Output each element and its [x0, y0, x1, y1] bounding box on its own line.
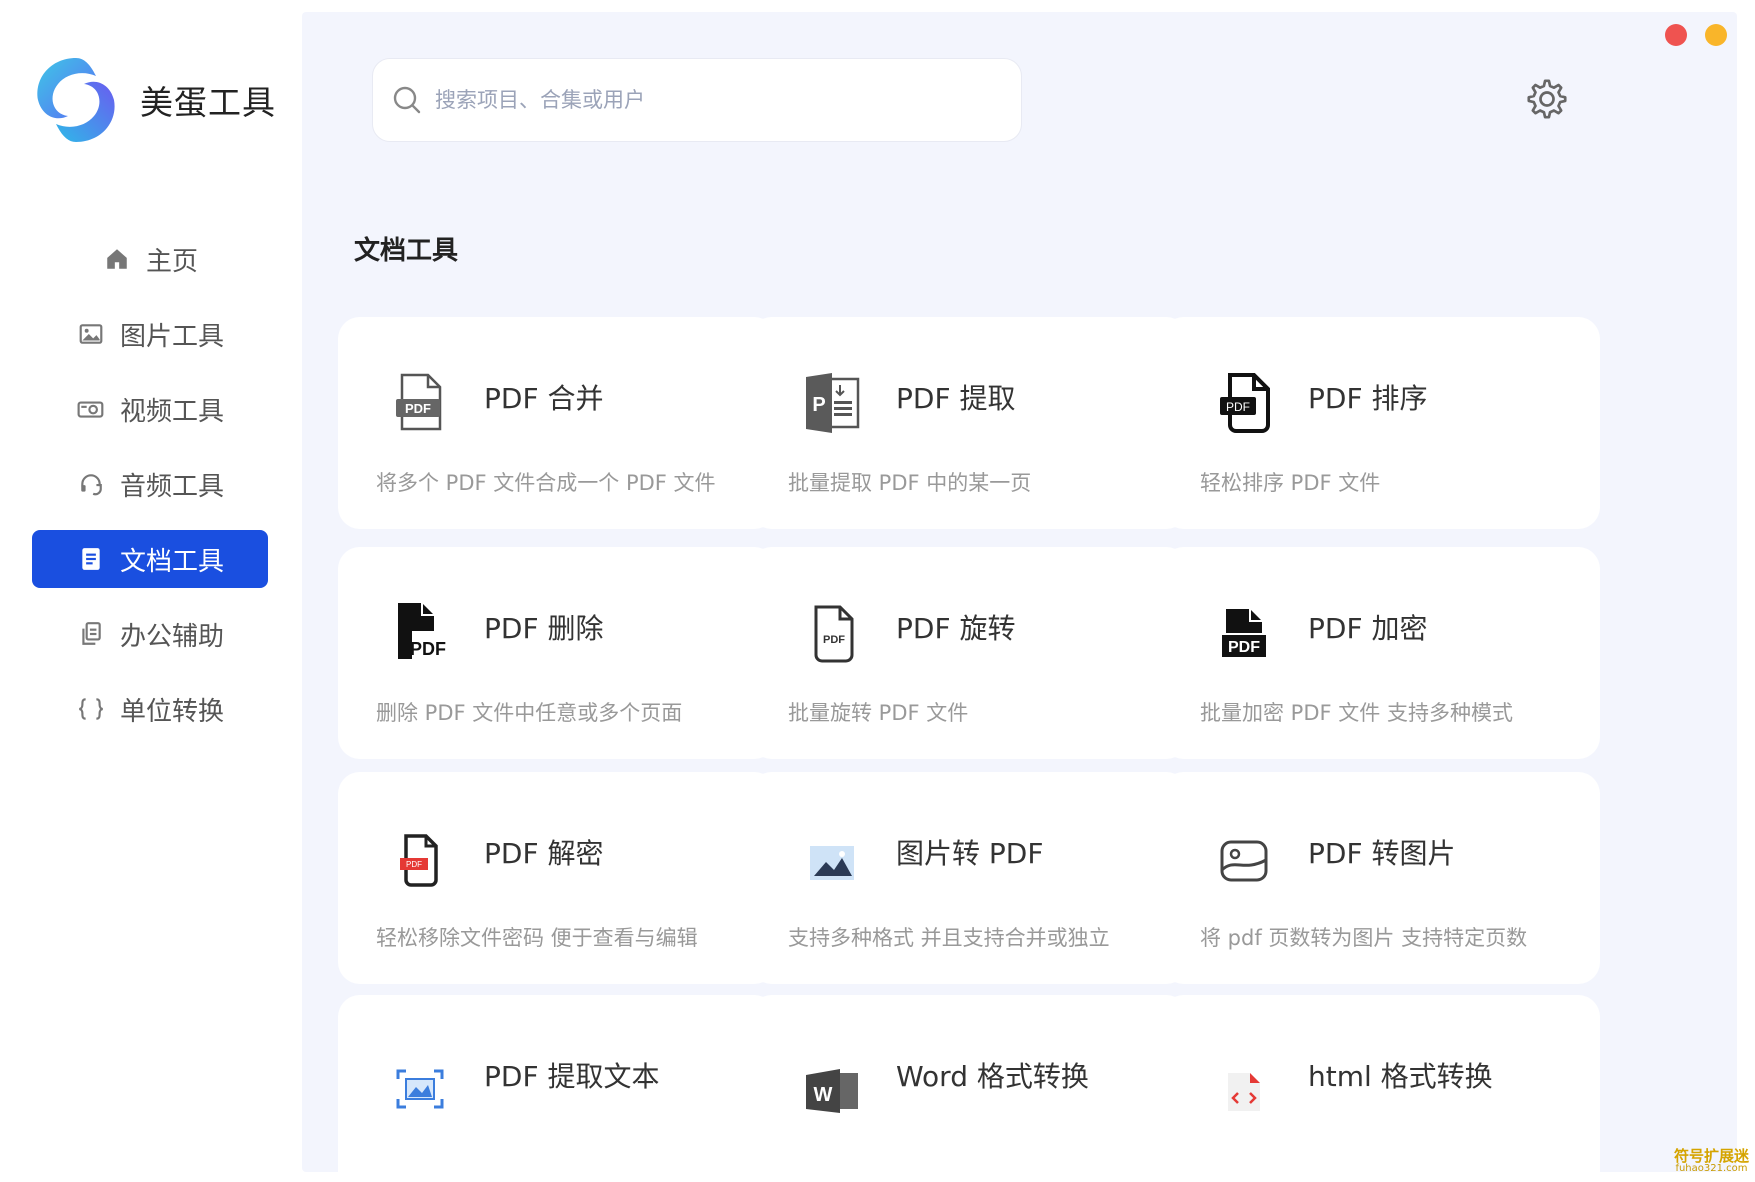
copy-icon [76, 619, 106, 649]
tool-card-desc: 轻松排序 PDF 文件 [1200, 471, 1381, 495]
sidebar: 美蛋工具 主页 图片工具 视频工具 音频工具 文档工具 办公辅助 单位转换 [0, 0, 302, 1182]
sidebar-item-video-tools[interactable]: 视频工具 [32, 380, 268, 438]
brand-logo-icon [37, 58, 115, 142]
window-controls [1665, 24, 1727, 46]
brand-name: 美蛋工具 [140, 83, 276, 122]
tool-card-title: PDF 合并 [484, 382, 604, 415]
sidebar-item-label: 单位转换 [119, 696, 224, 727]
watermark: 符号扩展迷 fuhao321.com [1674, 1149, 1749, 1174]
video-icon [76, 394, 106, 424]
pdf-sort-icon: PDF [1220, 373, 1270, 433]
tool-card-image-to-pdf[interactable]: 图片转 PDF 支持多种格式 并且支持合并或独立 [750, 772, 1188, 984]
sidebar-item-audio-tools[interactable]: 音频工具 [32, 455, 268, 513]
tool-card-desc: 批量加密 PDF 文件 支持多种模式 [1200, 701, 1513, 725]
tool-card-pdf-delete[interactable]: PDF PDF 删除 删除 PDF 文件中任意或多个页面 [338, 547, 776, 759]
tool-card-pdf-text-extract[interactable]: PDF 提取文本 [338, 995, 776, 1172]
pdf-encrypt-icon: PDF [1222, 609, 1266, 657]
tool-card-pdf-encrypt[interactable]: PDF PDF 加密 批量加密 PDF 文件 支持多种模式 [1162, 547, 1600, 759]
sidebar-item-document-tools[interactable]: 文档工具 [32, 530, 268, 588]
svg-text:PDF: PDF [1228, 639, 1260, 656]
tool-card-title: PDF 提取 [896, 382, 1016, 415]
sidebar-item-label: 主页 [145, 246, 198, 277]
tool-card-desc: 删除 PDF 文件中任意或多个页面 [376, 701, 683, 725]
pdf-to-image-icon [1220, 840, 1268, 882]
sidebar-item-unit-convert[interactable]: 单位转换 [32, 680, 268, 738]
tool-card-desc: 支持多种格式 并且支持合并或独立 [788, 926, 1110, 950]
tool-card-desc: 轻松移除文件密码 便于查看与编辑 [376, 926, 698, 950]
tool-card-desc: 批量提取 PDF 中的某一页 [788, 471, 1032, 495]
svg-text:P: P [812, 394, 825, 416]
headphones-icon [76, 469, 106, 499]
tool-card-title: PDF 删除 [484, 612, 604, 645]
tool-card-title: html 格式转换 [1308, 1060, 1493, 1093]
brand[interactable]: 美蛋工具 [26, 50, 276, 150]
sidebar-item-office-assist[interactable]: 办公辅助 [32, 605, 268, 663]
sidebar-item-label: 办公辅助 [119, 621, 224, 652]
pdf-text-extract-icon [396, 1069, 444, 1109]
svg-text:PDF: PDF [410, 639, 446, 659]
tool-card-desc: 将 pdf 页数转为图片 支持特定页数 [1200, 926, 1528, 950]
tool-card-word-convert[interactable]: W Word 格式转换 [750, 995, 1188, 1172]
search-input[interactable] [435, 88, 995, 112]
pdf-extract-icon: P [806, 373, 860, 433]
sidebar-nav: 主页 图片工具 视频工具 音频工具 文档工具 办公辅助 单位转换 [32, 230, 268, 755]
main-panel: 文档工具 PDF PDF 合并 将多个 PDF 文件合成一个 PDF 文件 [302, 12, 1737, 1172]
sidebar-item-label: 图片工具 [119, 321, 224, 352]
pdf-decrypt-icon: PDF [400, 834, 438, 887]
sidebar-item-home[interactable]: 主页 [32, 230, 268, 288]
search-bar[interactable] [372, 58, 1022, 142]
window-minimize-button[interactable] [1705, 24, 1727, 46]
sidebar-item-label: 文档工具 [119, 546, 224, 577]
image-to-pdf-icon [810, 846, 854, 880]
tool-card-title: PDF 转图片 [1308, 837, 1456, 870]
svg-text:W: W [814, 1084, 833, 1106]
svg-text:PDF: PDF [406, 860, 422, 869]
image-icon [76, 319, 106, 349]
tool-card-pdf-decrypt[interactable]: PDF PDF 解密 轻松移除文件密码 便于查看与编辑 [338, 772, 776, 984]
search-icon [393, 86, 421, 114]
tool-card-pdf-extract[interactable]: P PDF 提取 批量提取 PDF 中的某一页 [750, 317, 1188, 529]
sidebar-item-image-tools[interactable]: 图片工具 [32, 305, 268, 363]
app-window: 美蛋工具 主页 图片工具 视频工具 音频工具 文档工具 办公辅助 单位转换 搜索… [0, 0, 1755, 1182]
tool-card-title: PDF 加密 [1308, 612, 1428, 645]
window-close-button[interactable] [1665, 24, 1687, 46]
svg-text:PDF: PDF [823, 634, 845, 646]
sidebar-item-label: 音频工具 [119, 471, 224, 502]
gear-icon[interactable] [1524, 76, 1570, 122]
watermark-line1: 符号扩展迷 [1673, 1147, 1749, 1165]
pdf-merge-icon: PDF [396, 373, 442, 431]
watermark-line2: fuhao321.com [1675, 1163, 1748, 1174]
svg-text:PDF: PDF [1226, 400, 1250, 414]
tool-card-desc: 批量旋转 PDF 文件 [788, 701, 969, 725]
pdf-rotate-icon: PDF [814, 605, 854, 663]
tool-card-title: Word 格式转换 [896, 1060, 1089, 1093]
word-convert-icon: W [806, 1069, 858, 1113]
tool-card-pdf-merge[interactable]: PDF PDF 合并 将多个 PDF 文件合成一个 PDF 文件 [338, 317, 776, 529]
tool-card-desc: 将多个 PDF 文件合成一个 PDF 文件 [376, 471, 716, 495]
tool-card-title: PDF 提取文本 [484, 1060, 660, 1093]
tool-card-title: PDF 解密 [484, 837, 604, 870]
home-icon [102, 244, 132, 274]
braces-icon [76, 694, 106, 724]
tool-card-pdf-sort[interactable]: PDF PDF 排序 轻松排序 PDF 文件 [1162, 317, 1600, 529]
document-icon [76, 544, 106, 574]
section-title: 文档工具 [354, 236, 459, 266]
tool-card-pdf-to-image[interactable]: PDF 转图片 将 pdf 页数转为图片 支持特定页数 [1162, 772, 1600, 984]
tool-card-title: PDF 旋转 [896, 612, 1016, 645]
sidebar-item-label: 视频工具 [119, 396, 224, 427]
tool-card-title: PDF 排序 [1308, 382, 1428, 415]
tool-card-title: 图片转 PDF [896, 837, 1044, 870]
svg-text:PDF: PDF [405, 401, 431, 416]
tool-card-pdf-rotate[interactable]: PDF PDF 旋转 批量旋转 PDF 文件 [750, 547, 1188, 759]
html-convert-icon [1228, 1073, 1260, 1111]
tool-card-html-convert[interactable]: html 格式转换 [1162, 995, 1600, 1172]
pdf-delete-icon: PDF [398, 603, 446, 659]
